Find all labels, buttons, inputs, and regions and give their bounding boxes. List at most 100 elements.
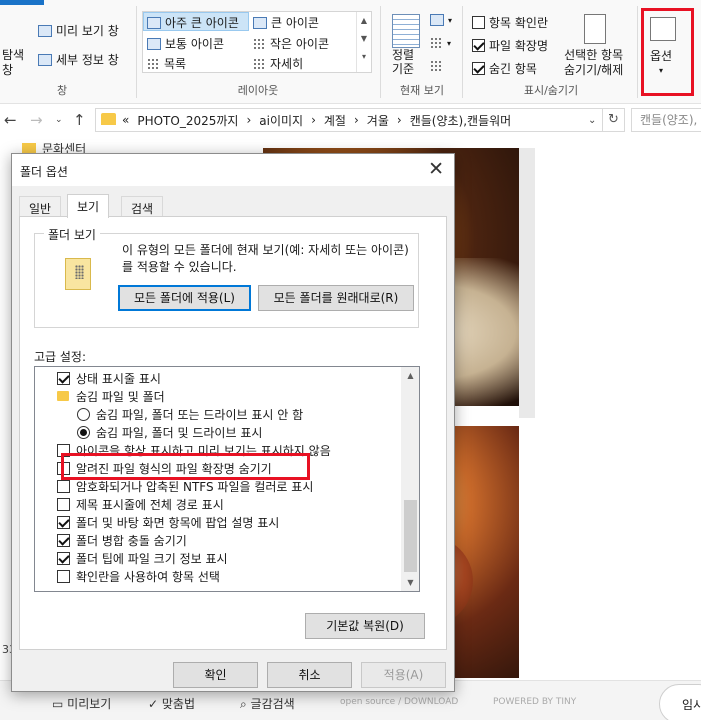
tab-search[interactable]: 검색 [121,196,164,217]
tab-label: 일반 [29,202,52,216]
checkbox[interactable] [57,371,70,385]
material-search-button[interactable]: ⌕ 글감검색 [240,695,295,712]
layout-item-label: 아주 큰 아이콘 [165,16,239,30]
temp-save-button[interactable]: 임시 [659,684,701,720]
layout-large-icons[interactable]: 큰 아이콘 [253,14,319,31]
checkbox[interactable] [57,515,70,529]
hide-selected-button[interactable]: 선택한 항목 숨기기/해제 [564,48,623,78]
setting-hidden-files-group: 숨김 파일 및 폴더 [57,387,165,405]
options-button[interactable]: 옵션 ▾ [650,47,672,75]
breadcrumb-item[interactable]: 계절 [324,112,346,129]
dropdown-icon: ▾ [659,66,664,75]
group-by-button[interactable]: ▾ [430,14,452,26]
scroll-down-icon[interactable]: ▼ [401,574,419,591]
spellcheck-button[interactable]: ✓ 맞춤법 [148,695,195,712]
breadcrumb-separator[interactable]: › [397,113,402,127]
breadcrumb-current[interactable]: 캔들(양초),캔들워머 [410,112,512,129]
radio-button[interactable] [77,425,90,439]
setting-status-bar[interactable]: 상태 표시줄 표시 [57,369,161,387]
small-icons-icon [253,37,266,50]
cancel-button[interactable]: 취소 [267,662,352,688]
breadcrumb-item[interactable]: ai이미지 [259,112,303,129]
radio-button[interactable] [77,407,90,421]
powered-by-text: POWERED BY TINY [493,697,577,707]
scrollbar-thumb[interactable] [404,500,417,572]
file-extensions-toggle[interactable]: 파일 확장명 [472,37,548,54]
checkbox[interactable] [57,461,70,475]
up-arrow-icon[interactable]: ↑ [73,111,86,129]
ok-button[interactable]: 확인 [173,662,258,688]
layout-extra-large-icons[interactable]: 아주 큰 아이콘 [147,14,239,31]
checkbox[interactable] [57,551,70,565]
folder-view-icon [65,258,91,290]
layout-details[interactable]: 자세히 [253,55,303,72]
current-view-group-label: 현재 보기 [400,84,444,97]
layout-gallery-scroll[interactable]: ▲ ▼ ▾ [356,12,371,72]
forward-arrow-icon[interactable]: → [30,111,43,129]
setting-dont-show-hidden[interactable]: 숨김 파일, 폴더 또는 드라이브 표시 안 함 [77,405,303,423]
setting-folder-tip-size[interactable]: 폴더 팁에 파일 크기 정보 표시 [57,549,228,567]
preview-pane-button[interactable]: 미리 보기 창 [38,22,119,39]
setting-label: 숨김 파일, 폴더 또는 드라이브 표시 안 함 [96,407,304,422]
hidden-items-checkbox[interactable] [472,62,485,75]
advanced-settings-list[interactable]: 상태 표시줄 표시 숨김 파일 및 폴더 숨김 파일, 폴더 또는 드라이브 표… [34,366,420,592]
size-columns-button[interactable] [430,60,443,72]
navigation-pane-button[interactable]: 탐색 창 [2,48,24,78]
restore-defaults-button[interactable]: 기본값 복원(D) [305,613,425,639]
breadcrumb-item[interactable]: 겨울 [367,112,389,129]
checkbox[interactable] [57,533,70,547]
apply-button[interactable]: 적용(A) [361,662,446,688]
address-bar[interactable]: « PHOTO_2025까지 › ai이미지 › 계절 › 겨울 › 캔들(양초… [95,108,603,132]
setting-always-show-icons[interactable]: 아이콘을 항상 표시하고 미리 보기는 표시하지 않음 [57,441,331,459]
recent-dropdown-icon[interactable]: ⌄ [55,115,63,125]
breadcrumb-overflow[interactable]: « [122,113,129,127]
details-icon [253,57,266,70]
preview-button[interactable]: ▭ 미리보기 [52,695,111,712]
address-dropdown-icon[interactable]: ⌄ [588,115,596,126]
layout-item-label: 목록 [164,57,187,71]
tab-general[interactable]: 일반 [19,196,62,217]
setting-label: 아이콘을 항상 표시하고 미리 보기는 표시하지 않음 [76,443,331,458]
hidden-items-toggle[interactable]: 숨긴 항목 [472,60,537,77]
breadcrumb-separator[interactable]: › [246,113,251,127]
file-extensions-checkbox[interactable] [472,39,485,52]
setting-label: 폴더 및 바탕 화면 항목에 팝업 설명 표시 [76,515,280,530]
setting-full-path[interactable]: 제목 표시줄에 전체 경로 표시 [57,495,224,513]
layout-list[interactable]: 목록 [147,55,186,72]
spellcheck-label: 맞춤법 [161,697,195,711]
sort-by-button[interactable]: 정렬 기준 [392,48,414,76]
setting-use-checkboxes[interactable]: 확인란을 사용하여 항목 선택 [57,567,220,585]
scroll-up-icon[interactable]: ▲ [401,367,419,384]
breadcrumb-separator[interactable]: › [354,113,359,127]
reset-folders-button[interactable]: 모든 폴더를 원래대로(R) [258,285,414,311]
checkbox[interactable] [57,479,70,493]
setting-show-hidden[interactable]: 숨김 파일, 폴더 및 드라이브 표시 [77,423,262,441]
setting-popup-description[interactable]: 폴더 및 바탕 화면 항목에 팝업 설명 표시 [57,513,279,531]
checkbox[interactable] [57,443,70,457]
breadcrumb-item[interactable]: PHOTO_2025까지 [137,112,238,129]
refresh-icon[interactable]: ↻ [603,108,625,132]
setting-hide-merge-conflicts[interactable]: 폴더 병합 충돌 숨기기 [57,531,187,549]
tab-view[interactable]: 보기 [67,194,110,218]
item-checkboxes-checkbox[interactable] [472,16,485,29]
close-icon[interactable]: ✕ [428,158,444,180]
opensource-text: open source / DOWNLOAD [340,697,459,707]
layout-medium-icons[interactable]: 보통 아이콘 [147,35,224,52]
details-pane-button[interactable]: 세부 정보 창 [38,51,119,68]
item-checkboxes-toggle[interactable]: 항목 확인란 [472,14,548,31]
checkbox[interactable] [57,497,70,511]
setting-hide-extensions[interactable]: 알려진 파일 형식의 파일 확장명 숨기기 [57,459,272,477]
extra-large-icons-icon [147,16,161,29]
setting-label: 상태 표시줄 표시 [76,371,161,386]
tab-label: 검색 [131,202,154,216]
breadcrumb-separator[interactable]: › [311,113,316,127]
layout-small-icons[interactable]: 작은 아이콘 [253,35,329,52]
add-columns-button[interactable]: ▾ [430,37,451,49]
setting-ntfs-color[interactable]: 암호화되거나 압축된 NTFS 파일을 컬러로 표시 [57,477,313,495]
back-arrow-icon[interactable]: ← [4,111,17,129]
checkbox[interactable] [57,569,70,583]
apply-to-folders-button[interactable]: 모든 폴더에 적용(L) [118,285,251,311]
settings-scrollbar[interactable]: ▲ ▼ [401,367,419,591]
dialog-title: 폴더 옵션 [20,165,68,179]
search-input[interactable]: 캔들(양조), [631,108,701,132]
